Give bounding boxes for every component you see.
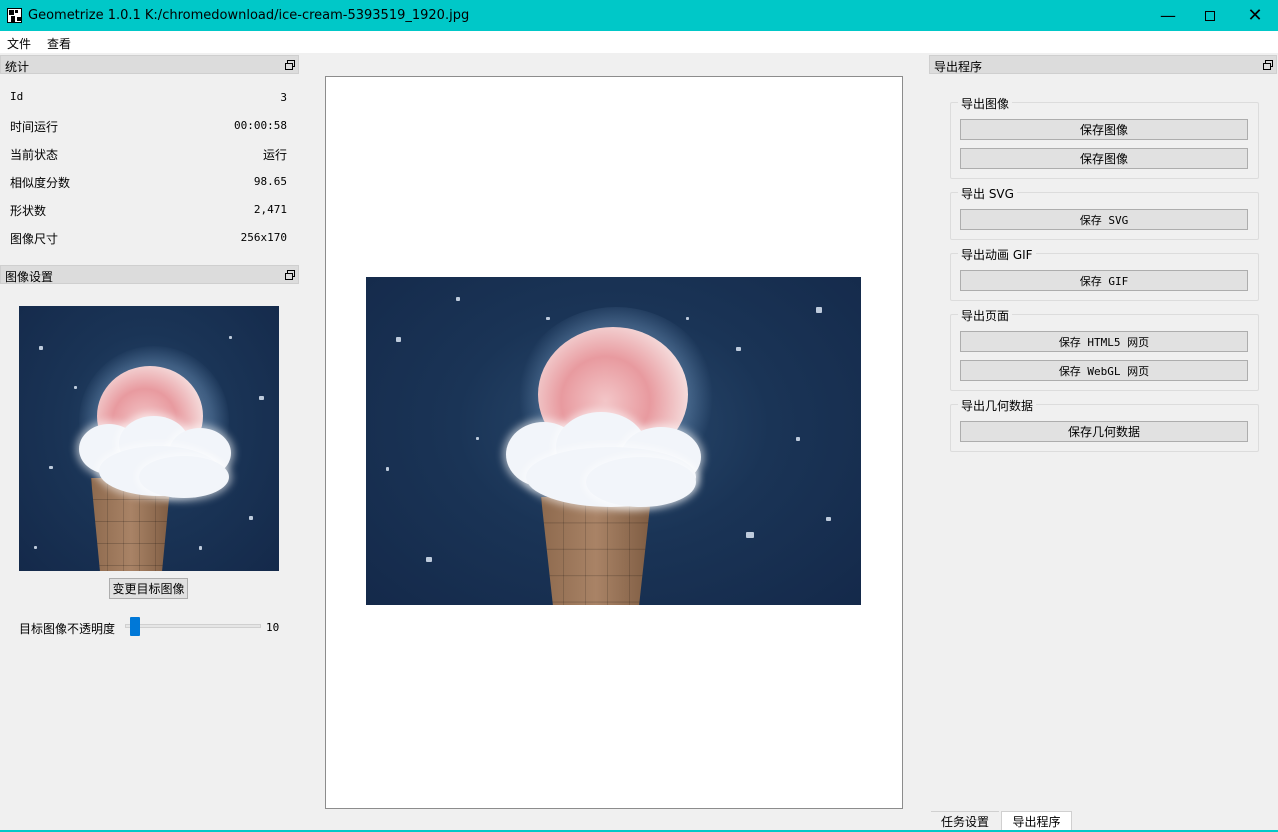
export-svg-group-title: 导出 SVG: [958, 185, 1017, 202]
change-target-image-button[interactable]: 变更目标图像: [109, 578, 188, 599]
stats-dock-title: 统计: [5, 60, 30, 74]
save-geometry-data-button[interactable]: 保存几何数据: [960, 421, 1248, 442]
opacity-label: 目标图像不透明度: [19, 622, 116, 636]
export-gif-group-title: 导出动画 GIF: [958, 246, 1036, 263]
save-svg-button[interactable]: 保存 SVG: [960, 209, 1248, 230]
stat-row-similarity: 相似度分数 98.65: [10, 174, 287, 190]
stat-key: 形状数: [10, 204, 47, 218]
tab-exporter[interactable]: 导出程序: [1001, 811, 1072, 831]
save-html5-button[interactable]: 保存 HTML5 网页: [960, 331, 1248, 352]
stat-key: 图像尺寸: [10, 232, 59, 246]
stat-row-shapes: 形状数 2,471: [10, 202, 287, 218]
close-icon[interactable]: ✕: [1232, 0, 1278, 31]
export-geometry-group-title: 导出几何数据: [958, 397, 1037, 414]
stat-value: 256x170: [240, 231, 287, 244]
stat-key: 当前状态: [10, 148, 59, 162]
menu-file[interactable]: 文件: [7, 35, 31, 52]
opacity-slider-handle[interactable]: [130, 617, 141, 636]
geometrize-icon: [7, 8, 22, 23]
stat-value: 00:00:58: [234, 119, 287, 132]
window-title: Geometrize 1.0.1 K:/chromedownload/ice-c…: [28, 8, 470, 23]
opacity-slider-track[interactable]: [125, 624, 261, 628]
save-image-button[interactable]: 保存图像: [960, 119, 1248, 140]
stat-key: 时间运行: [10, 120, 59, 134]
save-gif-button[interactable]: 保存 GIF: [960, 270, 1248, 291]
stat-row-status: 当前状态 运行: [10, 146, 287, 162]
menu-bar: 文件 查看: [0, 31, 1278, 53]
title-bar[interactable]: Geometrize 1.0.1 K:/chromedownload/ice-c…: [0, 0, 1278, 31]
menu-view[interactable]: 查看: [47, 35, 71, 52]
float-icon[interactable]: [285, 60, 295, 70]
save-webgl-button[interactable]: 保存 WebGL 网页: [960, 360, 1248, 381]
geometrized-image: [366, 277, 861, 605]
exporter-dock-title: 导出程序: [934, 60, 983, 74]
maximize-icon[interactable]: [1187, 0, 1233, 31]
export-image-group-title: 导出图像: [958, 95, 1013, 112]
tab-task-settings[interactable]: 任务设置: [931, 811, 999, 831]
stat-value: 98.65: [253, 175, 287, 188]
stat-value: 运行: [262, 148, 287, 162]
image-settings-dock-title: 图像设置: [5, 270, 54, 284]
stat-row-time: 时间运行 00:00:58: [10, 118, 287, 134]
stat-key: 相似度分数: [10, 176, 71, 190]
stat-value: 3: [280, 91, 287, 104]
opacity-value: 10: [266, 621, 280, 634]
stats-dock-header[interactable]: 统计: [0, 55, 299, 74]
stat-row-size: 图像尺寸 256x170: [10, 230, 287, 246]
stat-value: 2,471: [253, 203, 287, 216]
exporter-dock-header[interactable]: 导出程序: [929, 55, 1277, 74]
save-image-button-2[interactable]: 保存图像: [960, 148, 1248, 169]
stat-key: Id: [10, 90, 24, 103]
target-image-thumbnail: [19, 306, 279, 571]
export-page-group-title: 导出页面: [958, 307, 1013, 324]
image-settings-dock-header[interactable]: 图像设置: [0, 265, 299, 284]
stat-row-id: Id 3: [10, 90, 287, 106]
minimize-icon[interactable]: —: [1145, 0, 1191, 31]
float-icon[interactable]: [1263, 60, 1273, 70]
float-icon[interactable]: [285, 270, 295, 280]
